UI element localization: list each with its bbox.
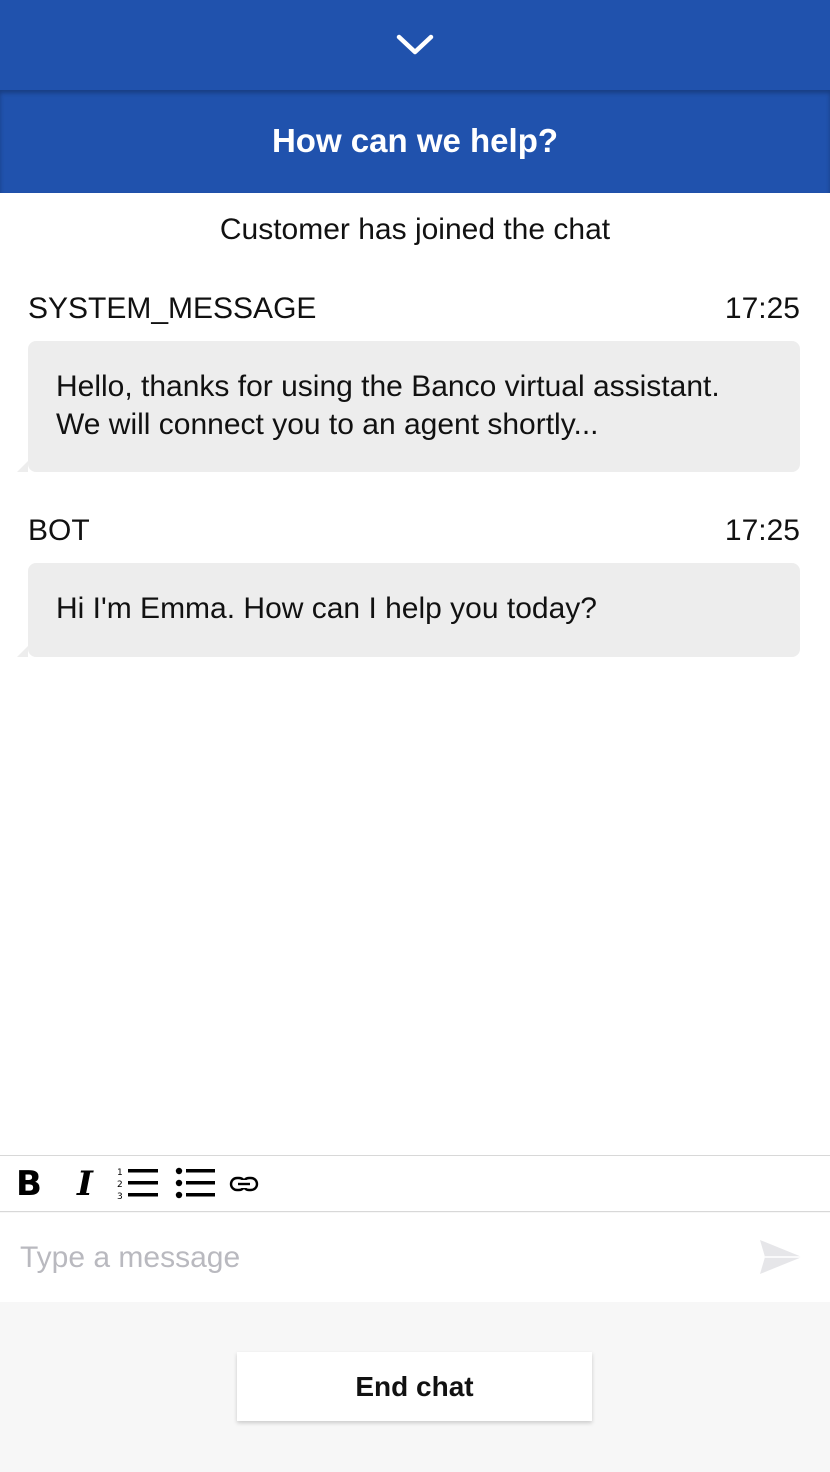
chat-header: How can we help? — [0, 90, 830, 193]
message-time: 17:25 — [724, 514, 800, 547]
collapse-bar[interactable] — [0, 0, 830, 90]
link-button[interactable] — [228, 1164, 260, 1204]
chat-footer: End chat — [0, 1302, 830, 1472]
message-bubble: Hello, thanks for using the Banco virtua… — [17, 341, 800, 472]
end-chat-button[interactable]: End chat — [237, 1352, 592, 1421]
join-notice: Customer has joined the chat — [219, 213, 611, 246]
message-time: 17:25 — [724, 292, 800, 325]
chat-widget: How can we help? Customer has joined the… — [0, 0, 830, 1472]
composer — [0, 1213, 830, 1302]
svg-text:2: 2 — [117, 1180, 123, 1190]
bullet-list-icon — [175, 1167, 215, 1199]
message-text-line: Hi I'm Emma. How can I help you today? — [56, 592, 597, 625]
send-button[interactable] — [758, 1238, 808, 1278]
message-input[interactable] — [0, 1213, 740, 1302]
bullet-list-button[interactable] — [174, 1164, 216, 1204]
message-sender: BOT — [28, 514, 90, 547]
numbered-list-icon: 1 2 3 — [117, 1168, 158, 1202]
message-bubble: Hi I'm Emma. How can I help you today? — [17, 563, 800, 657]
message-text-line: Hello, thanks for using the Banco virtua… — [56, 370, 720, 403]
message-meta: BOT 17:25 — [28, 514, 800, 548]
chevron-down-icon[interactable] — [395, 33, 435, 57]
link-icon — [229, 1176, 259, 1192]
message-sender: SYSTEM_MESSAGE — [28, 292, 317, 325]
numbered-list-button[interactable]: 1 2 3 — [116, 1164, 160, 1204]
italic-icon: I — [77, 1164, 93, 1204]
formatting-toolbar: B I 1 2 3 — [0, 1155, 830, 1212]
svg-text:1: 1 — [117, 1168, 123, 1178]
bold-icon: B — [16, 1164, 42, 1204]
send-icon — [760, 1240, 802, 1274]
chat-title: How can we help? — [271, 121, 559, 159]
bold-button[interactable]: B — [14, 1164, 44, 1204]
message-list[interactable]: Customer has joined the chat SYSTEM_MESS… — [0, 193, 830, 1155]
svg-text:3: 3 — [117, 1192, 123, 1202]
message-meta: SYSTEM_MESSAGE 17:25 — [28, 292, 800, 326]
message-text-line: We will connect you to an agent shortly.… — [56, 408, 599, 441]
italic-button[interactable]: I — [70, 1164, 100, 1204]
